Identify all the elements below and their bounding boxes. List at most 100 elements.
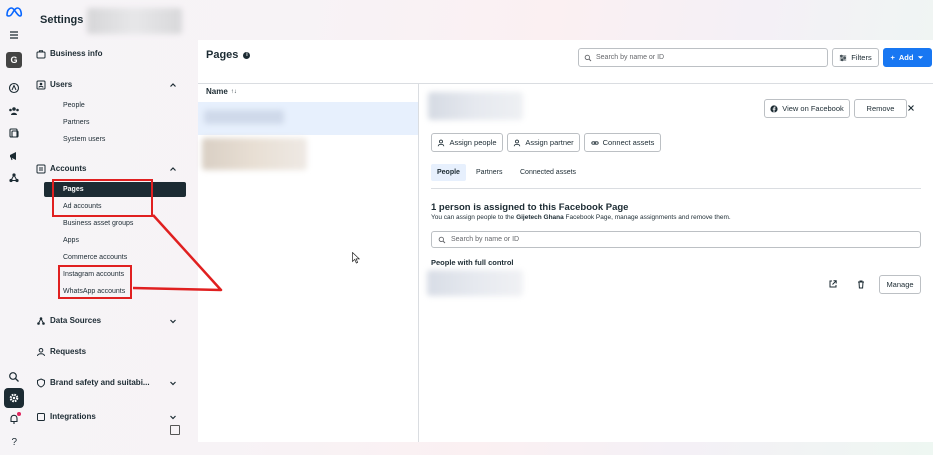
view-on-facebook-label: View on Facebook	[782, 104, 844, 113]
annotation-box-instagram-whatsapp	[58, 265, 132, 299]
sidebar-item-label: Business info	[50, 49, 103, 58]
mouse-cursor	[352, 252, 360, 264]
assigned-description: You can assign people to the Gijetech Gh…	[431, 214, 731, 221]
chevron-down-icon[interactable]	[169, 379, 177, 387]
pages-panel: Pages i Search by name or ID Filters + A…	[198, 40, 933, 442]
bell-icon[interactable]	[6, 411, 22, 427]
users-icon	[36, 80, 46, 90]
filter-icon	[840, 54, 847, 61]
sidebar-item-system-users[interactable]: System users	[63, 136, 105, 143]
page-row-redacted[interactable]	[202, 138, 307, 170]
shield-icon	[36, 377, 46, 388]
people-icon[interactable]	[6, 103, 22, 119]
meta-logo[interactable]	[5, 5, 23, 19]
trash-icon[interactable]	[856, 279, 866, 289]
detail-divider	[418, 83, 419, 442]
people-search-placeholder: Search by name or ID	[451, 236, 520, 243]
sidebar-item-business-asset-groups[interactable]: Business asset groups	[63, 220, 133, 227]
page-row-selected[interactable]	[198, 102, 418, 135]
people-search-input[interactable]: Search by name or ID	[431, 231, 921, 248]
briefcase-icon	[36, 49, 46, 59]
sidebar-section-brand-safety[interactable]: Brand safety and suitabi...	[37, 377, 150, 388]
name-column-header[interactable]: Name ↑↓	[206, 87, 237, 96]
full-control-heading: People with full control	[431, 258, 514, 267]
sidebar-item-requests[interactable]: Requests	[37, 347, 87, 356]
search-input[interactable]: Search by name or ID	[578, 48, 828, 67]
integrations-icon	[36, 412, 46, 422]
sidebar-section-label: Brand safety and suitabi...	[50, 378, 150, 387]
sidebar-item-commerce-accounts[interactable]: Commerce accounts	[63, 254, 127, 261]
sidebar-item-apps[interactable]: Apps	[63, 237, 79, 244]
tab-connected-assets[interactable]: Connected assets	[514, 164, 582, 181]
chevron-down-icon[interactable]	[169, 413, 177, 421]
sidebar-item-people[interactable]: People	[63, 102, 85, 109]
search-placeholder: Search by name or ID	[596, 54, 665, 61]
connect-assets-button[interactable]: Connect assets	[584, 133, 661, 152]
search-icon	[584, 54, 592, 61]
pages-header: Pages i	[206, 49, 251, 61]
sidebar-item-business-info[interactable]: Business info	[36, 49, 103, 58]
add-label: Add	[898, 53, 914, 62]
facebook-icon	[770, 104, 778, 113]
home-icon[interactable]	[6, 80, 22, 96]
manage-button[interactable]: Manage	[879, 275, 921, 294]
desc-suffix: Facebook Page, manage assignments and re…	[563, 214, 731, 221]
help-icon[interactable]: ?	[6, 433, 22, 449]
sidebar-section-label: Users	[50, 80, 73, 89]
page-name-redacted	[204, 110, 284, 124]
filters-button[interactable]: Filters	[832, 48, 879, 67]
filters-label: Filters	[851, 53, 872, 62]
assign-partner-label: Assign partner	[525, 138, 574, 147]
remove-button[interactable]: Remove	[854, 99, 907, 118]
info-icon[interactable]: i	[243, 51, 251, 59]
chevron-up-icon[interactable]	[169, 165, 177, 173]
sidebar-section-data-sources[interactable]: Data Sources	[37, 316, 101, 325]
network-icon[interactable]	[6, 170, 22, 186]
assign-people-button[interactable]: Assign people	[431, 133, 503, 152]
sidebar-section-label: Accounts	[50, 164, 87, 173]
caret-down-icon	[918, 56, 924, 59]
chevron-up-icon[interactable]	[169, 81, 177, 89]
manage-label: Manage	[886, 280, 914, 289]
link-icon	[591, 140, 599, 145]
close-icon[interactable]	[906, 103, 916, 113]
chevron-down-icon[interactable]	[169, 317, 177, 325]
search-icon	[438, 236, 446, 243]
person-redacted	[427, 270, 523, 296]
workspace-avatar[interactable]: G	[6, 52, 22, 68]
tabs-divider	[431, 188, 921, 189]
partner-icon	[514, 139, 521, 146]
tab-partners[interactable]: Partners	[470, 164, 508, 181]
assign-partner-button[interactable]: Assign partner	[507, 133, 580, 152]
left-rail: G ?	[0, 0, 28, 455]
pages-icon[interactable]	[6, 125, 22, 141]
ads-icon[interactable]	[6, 148, 22, 164]
page-title: Settings	[40, 14, 84, 26]
menu-icon[interactable]	[6, 27, 22, 43]
sidebar-section-users[interactable]: Users	[36, 80, 73, 89]
business-name-redacted	[87, 8, 182, 34]
sidebar-section-label: Integrations	[50, 412, 96, 421]
tab-people[interactable]: People	[431, 164, 466, 181]
sidebar-item-partners[interactable]: Partners	[63, 119, 89, 126]
search-icon[interactable]	[6, 369, 22, 385]
view-on-facebook-button[interactable]: View on Facebook	[764, 99, 850, 118]
sidebar-item-label: Requests	[50, 347, 87, 356]
remove-label: Remove	[866, 104, 895, 113]
add-button[interactable]: + Add	[883, 48, 932, 67]
annotation-box-pages-ad-accounts	[52, 179, 153, 217]
assign-people-label: Assign people	[449, 138, 497, 147]
external-link-icon[interactable]	[828, 279, 838, 289]
column-label: Name	[206, 87, 228, 96]
pages-title: Pages	[206, 49, 239, 61]
svg-text:?: ?	[12, 437, 18, 447]
page-avatar-redacted	[428, 92, 523, 120]
collapse-sidebar-icon[interactable]	[170, 425, 180, 435]
assigned-title: 1 person is assigned to this Facebook Pa…	[431, 202, 629, 213]
notification-dot	[17, 412, 21, 416]
sidebar-section-accounts[interactable]: Accounts	[36, 164, 87, 173]
gear-icon[interactable]	[4, 388, 24, 408]
settings-sidebar: Business info Users People Partners Syst…	[28, 40, 198, 442]
sidebar-section-integrations[interactable]: Integrations	[37, 412, 96, 421]
person-icon	[438, 139, 445, 146]
